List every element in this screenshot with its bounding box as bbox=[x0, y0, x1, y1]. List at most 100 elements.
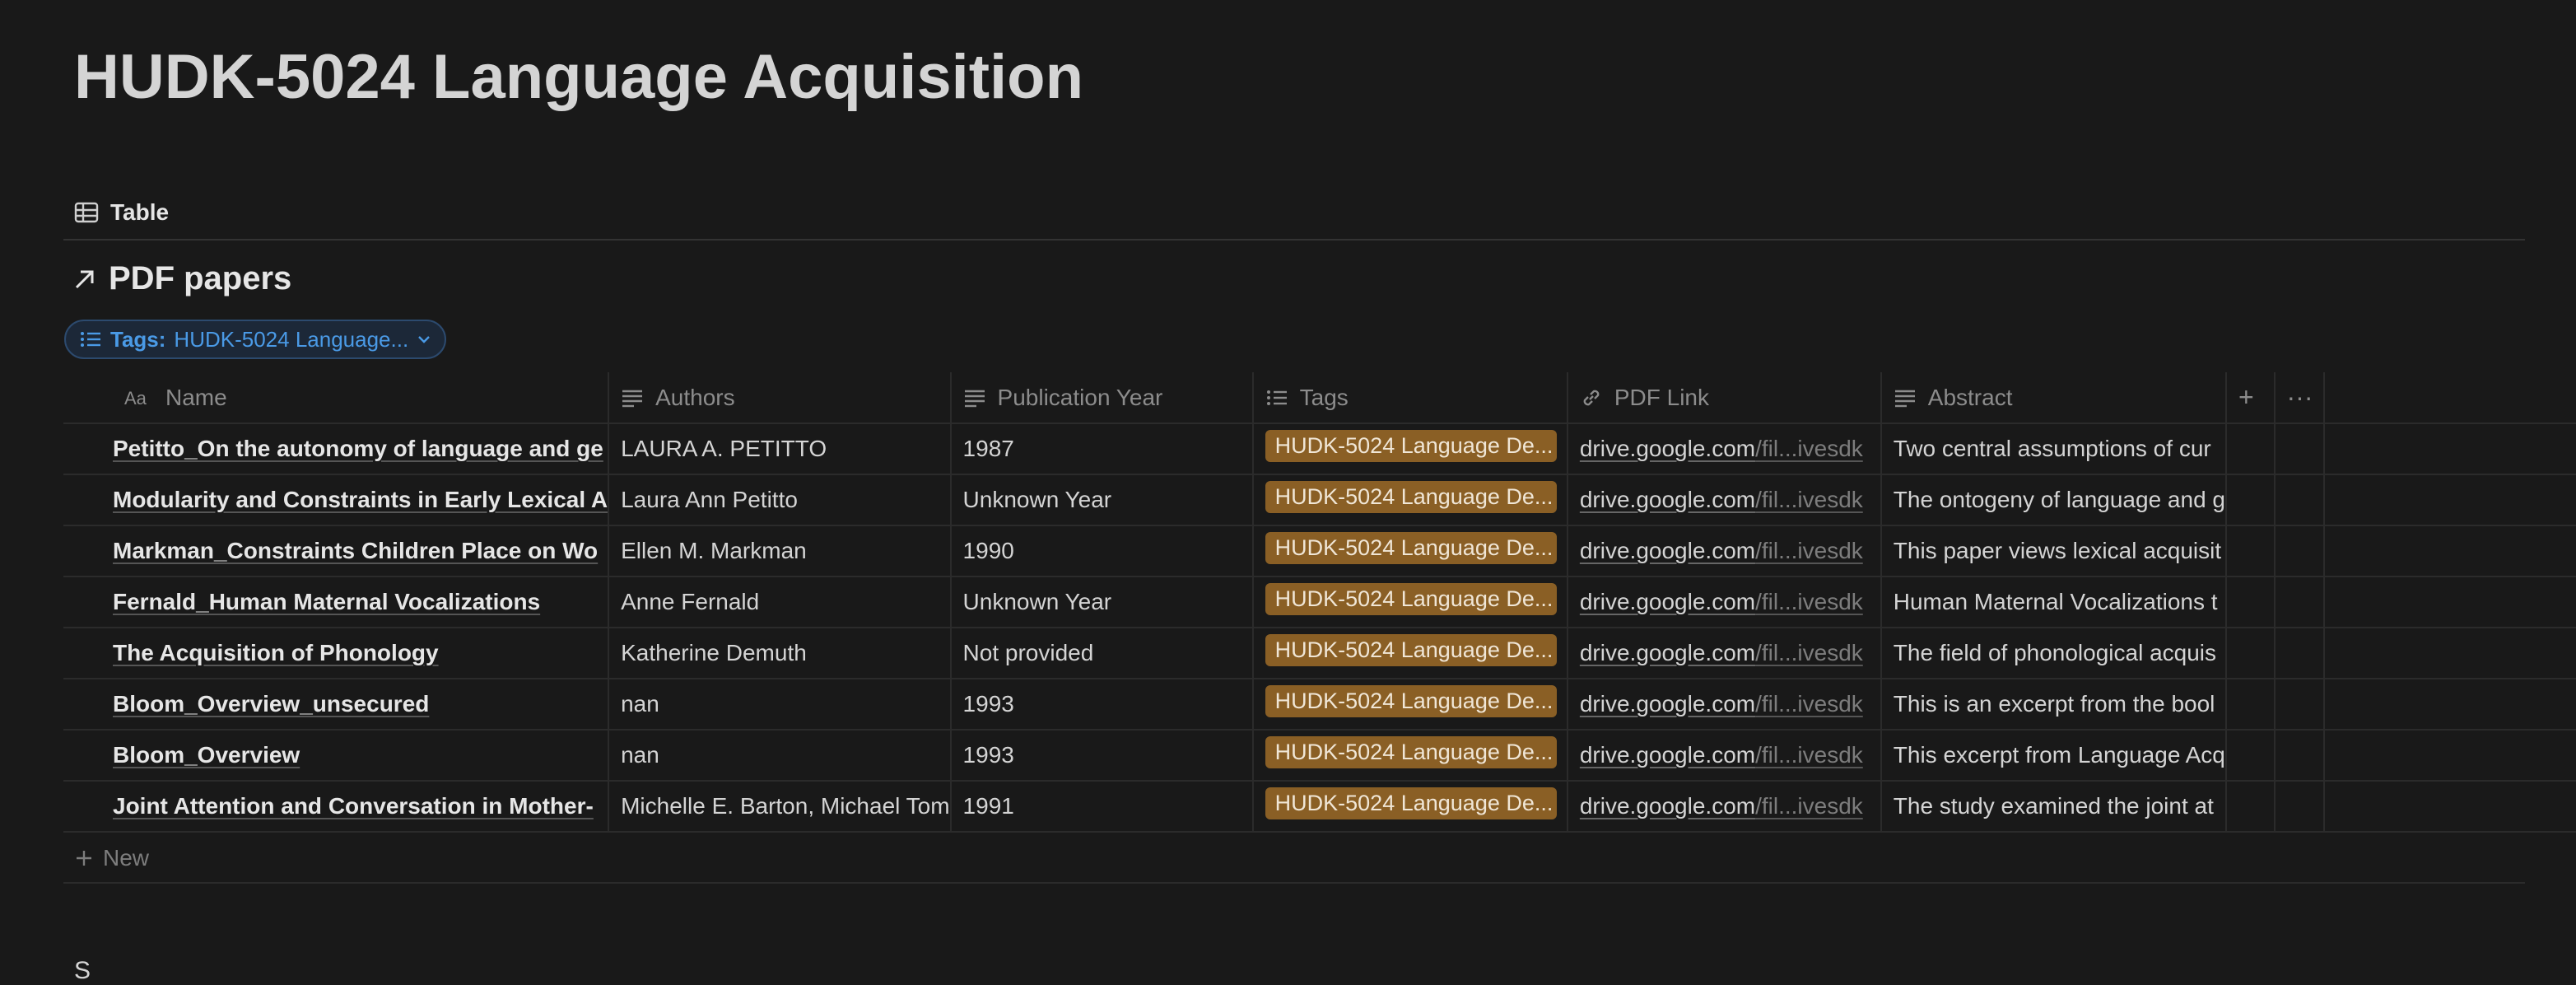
cell-year[interactable]: Unknown Year bbox=[949, 577, 1253, 628]
empty-cell bbox=[2322, 577, 2576, 628]
column-header-tags[interactable]: Tags bbox=[1251, 372, 1567, 424]
cell-pdf-link[interactable]: drive.google.com/fil...ivesdk bbox=[1566, 423, 1881, 475]
page-title[interactable]: HUDK-5024 Language Acquisition bbox=[74, 41, 1083, 113]
link-path[interactable]: /fil...ivesdk bbox=[1755, 436, 1863, 461]
column-header-pdf-link[interactable]: PDF Link bbox=[1566, 372, 1881, 424]
link-domain[interactable]: drive.google.com bbox=[1580, 538, 1755, 563]
link-path[interactable]: /fil...ivesdk bbox=[1755, 793, 1863, 819]
tag-badge: HUDK-5024 Language De... bbox=[1265, 736, 1557, 768]
link-path[interactable]: /fil...ivesdk bbox=[1755, 538, 1863, 563]
table-row[interactable]: Bloom_Overview nan 1993 HUDK-5024 Langua… bbox=[63, 730, 2576, 782]
cell-pdf-link[interactable]: drive.google.com/fil...ivesdk bbox=[1566, 730, 1881, 782]
cell-abstract[interactable]: The ontogeny of language and g bbox=[1880, 474, 2226, 526]
cell-pdf-link[interactable]: drive.google.com/fil...ivesdk bbox=[1566, 628, 1881, 679]
cell-pdf-link[interactable]: drive.google.com/fil...ivesdk bbox=[1566, 474, 1881, 526]
row-title: The Acquisition of Phonology bbox=[113, 640, 439, 665]
cell-tags[interactable]: HUDK-5024 Language De... bbox=[1251, 781, 1567, 833]
table-row[interactable]: Bloom_Overview_unsecured nan 1993 HUDK-5… bbox=[63, 679, 2576, 731]
column-header-authors[interactable]: Authors bbox=[608, 372, 951, 424]
link-domain[interactable]: drive.google.com bbox=[1580, 436, 1755, 461]
cell-abstract[interactable]: This excerpt from Language Acq bbox=[1880, 730, 2226, 782]
cell-pdf-link[interactable]: drive.google.com/fil...ivesdk bbox=[1566, 577, 1881, 628]
cell-abstract[interactable]: This paper views lexical acquisit bbox=[1880, 525, 2226, 577]
cell-authors[interactable]: Laura Ann Petitto bbox=[608, 474, 951, 526]
link-path[interactable]: /fil...ivesdk bbox=[1755, 640, 1863, 665]
cell-authors[interactable]: nan bbox=[608, 679, 951, 731]
text-lines-icon bbox=[621, 388, 644, 408]
empty-cell bbox=[2225, 577, 2275, 628]
database-title[interactable]: PDF papers bbox=[72, 260, 291, 297]
column-header-publication-year[interactable]: Publication Year bbox=[949, 372, 1253, 424]
add-column-button[interactable]: + bbox=[2225, 372, 2275, 424]
cell-name[interactable]: Bloom_Overview bbox=[63, 730, 609, 782]
link-path[interactable]: /fil...ivesdk bbox=[1755, 691, 1863, 717]
cell-year[interactable]: Unknown Year bbox=[949, 474, 1253, 526]
table-row[interactable]: Joint Attention and Conversation in Moth… bbox=[63, 781, 2576, 833]
cell-tags[interactable]: HUDK-5024 Language De... bbox=[1251, 474, 1567, 526]
cell-pdf-link[interactable]: drive.google.com/fil...ivesdk bbox=[1566, 525, 1881, 577]
cell-name[interactable]: Markman_Constraints Children Place on Wo bbox=[63, 525, 609, 577]
more-options-button[interactable]: ··· bbox=[2273, 372, 2324, 424]
cell-year[interactable]: 1993 bbox=[949, 679, 1253, 731]
table-row[interactable]: Markman_Constraints Children Place on Wo… bbox=[63, 525, 2576, 577]
empty-cell bbox=[2225, 423, 2275, 475]
empty-cell bbox=[2225, 628, 2275, 679]
link-domain[interactable]: drive.google.com bbox=[1580, 487, 1755, 512]
table-row[interactable]: The Acquisition of Phonology Katherine D… bbox=[63, 628, 2576, 679]
cell-authors[interactable]: Ellen M. Markman bbox=[608, 525, 951, 577]
cell-name[interactable]: Bloom_Overview_unsecured bbox=[63, 679, 609, 731]
tags-filter-button[interactable]: Tags: HUDK-5024 Language... bbox=[64, 320, 447, 359]
empty-cell bbox=[2273, 525, 2324, 577]
cell-year[interactable]: Not provided bbox=[949, 628, 1253, 679]
link-path[interactable]: /fil...ivesdk bbox=[1755, 487, 1863, 512]
cell-authors[interactable]: LAURA A. PETITTO bbox=[608, 423, 951, 475]
list-icon bbox=[79, 329, 102, 349]
cell-pdf-link[interactable]: drive.google.com/fil...ivesdk bbox=[1566, 679, 1881, 731]
link-path[interactable]: /fil...ivesdk bbox=[1755, 589, 1863, 614]
empty-cell bbox=[2225, 474, 2275, 526]
cell-year[interactable]: 1987 bbox=[949, 423, 1253, 475]
link-domain[interactable]: drive.google.com bbox=[1580, 589, 1755, 614]
filter-value: HUDK-5024 Language... bbox=[174, 326, 409, 352]
cell-abstract[interactable]: This is an excerpt from the bool bbox=[1880, 679, 2226, 731]
table-row[interactable]: Petitto_On the autonomy of language and … bbox=[63, 423, 2576, 475]
empty-cell bbox=[2273, 679, 2324, 731]
cell-name[interactable]: The Acquisition of Phonology bbox=[63, 628, 609, 679]
table-row[interactable]: Fernald_Human Maternal Vocalizations Ann… bbox=[63, 577, 2576, 628]
cell-tags[interactable]: HUDK-5024 Language De... bbox=[1251, 628, 1567, 679]
link-domain[interactable]: drive.google.com bbox=[1580, 640, 1755, 665]
cell-pdf-link[interactable]: drive.google.com/fil...ivesdk bbox=[1566, 781, 1881, 833]
cell-year[interactable]: 1990 bbox=[949, 525, 1253, 577]
column-header-abstract[interactable]: Abstract bbox=[1880, 372, 2226, 424]
add-row-button[interactable]: New bbox=[63, 834, 2525, 884]
cell-abstract[interactable]: The study examined the joint at bbox=[1880, 781, 2226, 833]
filter-key: Tags: bbox=[110, 326, 166, 352]
cell-abstract[interactable]: Human Maternal Vocalizations t bbox=[1880, 577, 2226, 628]
link-path[interactable]: /fil...ivesdk bbox=[1755, 742, 1863, 768]
cell-name[interactable]: Joint Attention and Conversation in Moth… bbox=[63, 781, 609, 833]
cell-abstract[interactable]: The field of phonological acquis bbox=[1880, 628, 2226, 679]
tab-table-view[interactable]: Table bbox=[74, 196, 169, 229]
cell-tags[interactable]: HUDK-5024 Language De... bbox=[1251, 577, 1567, 628]
row-title: Markman_Constraints Children Place on Wo bbox=[113, 538, 599, 563]
cell-name[interactable]: Petitto_On the autonomy of language and … bbox=[63, 423, 609, 475]
cell-authors[interactable]: Anne Fernald bbox=[608, 577, 951, 628]
cell-name[interactable]: Fernald_Human Maternal Vocalizations bbox=[63, 577, 609, 628]
cell-authors[interactable]: Katherine Demuth bbox=[608, 628, 951, 679]
table-row[interactable]: Modularity and Constraints in Early Lexi… bbox=[63, 474, 2576, 526]
cell-tags[interactable]: HUDK-5024 Language De... bbox=[1251, 525, 1567, 577]
cell-tags[interactable]: HUDK-5024 Language De... bbox=[1251, 423, 1567, 475]
cell-abstract[interactable]: Two central assumptions of cur bbox=[1880, 423, 2226, 475]
cell-tags[interactable]: HUDK-5024 Language De... bbox=[1251, 730, 1567, 782]
column-label: Name bbox=[165, 384, 227, 410]
link-domain[interactable]: drive.google.com bbox=[1580, 742, 1755, 768]
cell-name[interactable]: Modularity and Constraints in Early Lexi… bbox=[63, 474, 609, 526]
column-header-name[interactable]: Aa Name bbox=[63, 372, 609, 424]
link-domain[interactable]: drive.google.com bbox=[1580, 793, 1755, 819]
cell-year[interactable]: 1991 bbox=[949, 781, 1253, 833]
cell-year[interactable]: 1993 bbox=[949, 730, 1253, 782]
cell-authors[interactable]: nan bbox=[608, 730, 951, 782]
cell-authors[interactable]: Michelle E. Barton, Michael Tom bbox=[608, 781, 951, 833]
link-domain[interactable]: drive.google.com bbox=[1580, 691, 1755, 717]
cell-tags[interactable]: HUDK-5024 Language De... bbox=[1251, 679, 1567, 731]
